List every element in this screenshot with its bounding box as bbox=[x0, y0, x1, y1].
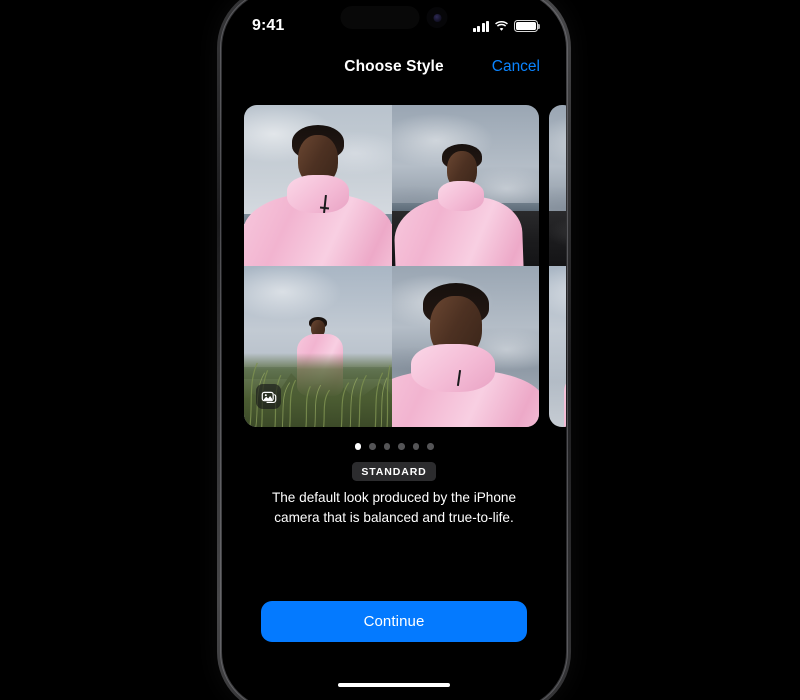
battery-full-icon bbox=[514, 20, 541, 32]
style-description: The default look produced by the iPhone … bbox=[271, 490, 517, 525]
photo-grid bbox=[244, 105, 539, 427]
front-camera-cutout bbox=[426, 7, 448, 28]
page-title: Choose Style bbox=[344, 58, 444, 75]
status-bar-time: 9:41 bbox=[252, 17, 285, 34]
page-dot-3[interactable] bbox=[383, 443, 390, 450]
photo-cell-peek-1 bbox=[549, 105, 566, 266]
photo-cell-2 bbox=[391, 105, 539, 266]
cancel-button[interactable]: Cancel bbox=[490, 54, 542, 80]
page-dot-4[interactable] bbox=[398, 443, 405, 450]
phone-screen: 9:41 Choose Style Cancel STANDARD The de… bbox=[222, 0, 566, 700]
navigation-bar: Choose Style Cancel bbox=[222, 45, 566, 89]
dynamic-island bbox=[340, 6, 448, 29]
person-collar bbox=[286, 175, 349, 213]
page-dot-1[interactable] bbox=[354, 443, 361, 450]
carousel-page-dots[interactable] bbox=[222, 443, 566, 450]
person-collar bbox=[437, 181, 484, 211]
photo-stack-icon bbox=[256, 384, 281, 409]
dynamic-island-pill bbox=[340, 6, 420, 29]
person-collar bbox=[411, 344, 496, 392]
page-dot-5[interactable] bbox=[412, 443, 419, 450]
home-indicator[interactable] bbox=[338, 682, 450, 687]
photo-cell-1 bbox=[244, 105, 392, 266]
status-bar-indicators bbox=[473, 20, 541, 32]
cellular-signal-icon bbox=[473, 20, 489, 32]
style-carousel[interactable] bbox=[222, 105, 566, 427]
style-card-standard[interactable] bbox=[244, 105, 539, 427]
style-name-badge: STANDARD bbox=[352, 462, 436, 481]
wifi-icon bbox=[495, 20, 508, 31]
photo-cell-peek-3 bbox=[549, 266, 566, 427]
page-dot-6[interactable] bbox=[427, 443, 434, 450]
photo-cell-4 bbox=[391, 266, 539, 427]
continue-button[interactable]: Continue bbox=[261, 601, 527, 642]
style-badge-container: STANDARD bbox=[222, 462, 566, 481]
style-card-next-peek[interactable] bbox=[549, 105, 566, 427]
page-dot-2[interactable] bbox=[369, 443, 376, 450]
screenshot-root: 9:41 Choose Style Cancel STANDARD The de… bbox=[0, 0, 800, 700]
phone-device-frame: 9:41 Choose Style Cancel STANDARD The de… bbox=[217, 0, 571, 700]
photo-cell-3 bbox=[244, 266, 392, 427]
